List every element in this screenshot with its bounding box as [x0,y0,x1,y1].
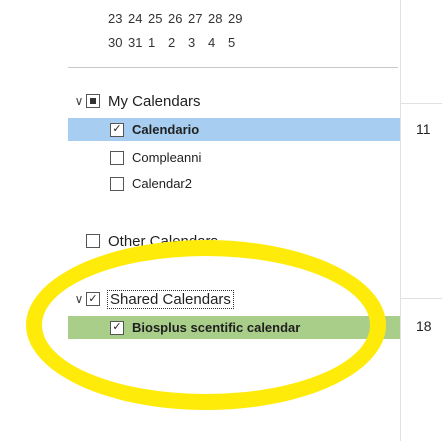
chevron-down-icon[interactable]: ∨ [72,94,86,108]
mini-calendar-day[interactable]: 24 [128,11,148,26]
group-shared-calendars[interactable]: ∨ Shared Calendars [72,288,234,310]
mini-calendar-day[interactable]: 4 [208,35,228,50]
group-other-calendars[interactable]: Other Calendars [86,230,218,252]
mini-calendar-day[interactable]: 25 [148,11,168,26]
calendar-navigation-pane: 23 24 25 26 27 28 29 30 31 1 2 3 4 5 ∨ M… [0,0,400,441]
mini-calendar-day[interactable]: 28 [208,11,228,26]
calendar-item-calendario[interactable]: Calendario [68,118,400,141]
group-my-calendars[interactable]: ∨ My Calendars [72,90,201,112]
grid-line [401,103,442,104]
calendar-checkbox[interactable] [110,320,124,335]
mini-calendar-day[interactable]: 27 [188,11,208,26]
grid-line [401,298,442,299]
calendar-item-biosplus[interactable]: Biosplus scentific calendar [68,316,400,339]
group-label: Other Calendars [108,232,219,250]
calendar-item-label: Calendario [132,122,200,137]
calendar-item-compleanni[interactable]: Compleanni [68,146,400,169]
group-checkbox[interactable] [86,94,100,108]
mini-calendar-day[interactable]: 2 [168,35,188,50]
calendar-grid-edge [401,0,442,441]
mini-calendar-day[interactable]: 30 [108,35,128,50]
calendar-item-calendar2[interactable]: Calendar2 [68,172,400,195]
group-label: My Calendars [108,92,201,110]
calendar-checkbox[interactable] [110,150,124,165]
calendar-item-label: Calendar2 [132,176,192,191]
calendar-checkbox[interactable] [110,176,124,191]
mini-calendar-day[interactable]: 1 [148,35,168,50]
section-divider [68,67,398,68]
grid-date-number: 11 [416,121,431,137]
mini-calendar-day[interactable]: 29 [228,11,248,26]
group-checkbox[interactable] [86,292,100,306]
mini-calendar-day[interactable]: 31 [128,35,148,50]
mini-calendar-week: 23 24 25 26 27 28 29 [108,6,248,30]
chevron-down-icon[interactable]: ∨ [72,292,86,306]
mini-calendar-day[interactable]: 26 [168,11,188,26]
mini-calendar-day[interactable]: 5 [228,35,248,50]
group-label: Shared Calendars [107,289,234,309]
mini-calendar: 23 24 25 26 27 28 29 30 31 1 2 3 4 5 [108,6,248,54]
mini-calendar-day[interactable]: 23 [108,11,128,26]
mini-calendar-day[interactable]: 3 [188,35,208,50]
calendar-item-label: Biosplus scentific calendar [132,320,301,335]
mini-calendar-week: 30 31 1 2 3 4 5 [108,30,248,54]
group-checkbox[interactable] [86,234,100,248]
calendar-item-label: Compleanni [132,150,202,165]
calendar-checkbox[interactable] [110,122,124,137]
grid-date-number: 18 [416,318,432,334]
